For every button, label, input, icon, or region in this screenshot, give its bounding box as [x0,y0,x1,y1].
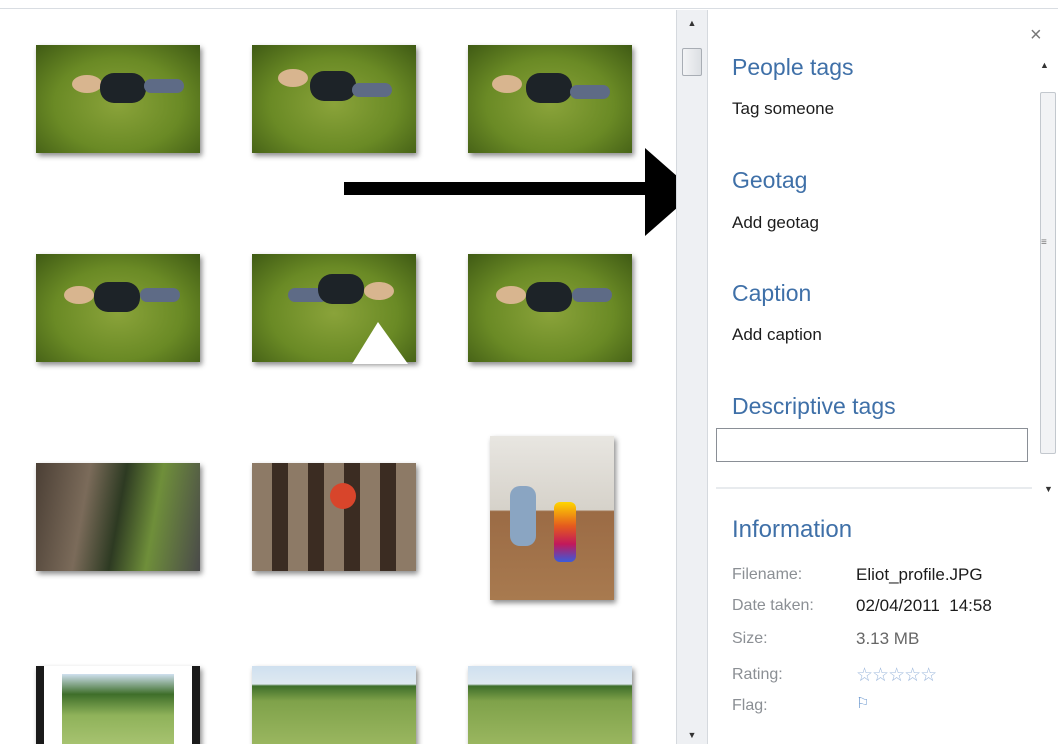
section-divider [716,487,1032,489]
people-tags-title: People tags [732,54,854,80]
flag-label: Flag: [732,697,768,714]
filename-value: Eliot_profile.JPG [856,565,983,584]
photo-thumbnail[interactable] [252,45,416,153]
close-icon[interactable]: × [1030,24,1042,47]
pane-scrollbar[interactable]: ▲ ≡ ▼ [1036,52,1058,494]
add-caption-link[interactable]: Add caption [732,325,822,345]
info-pane: × People tags Tag someone Geotag Add geo… [708,10,1058,744]
scroll-up-icon[interactable]: ▲ [677,18,707,28]
photo-thumbnail[interactable] [468,45,632,153]
photo-thumbnail[interactable] [36,463,200,571]
size-value: 3.13 MB [856,629,920,648]
descriptive-tags-title: Descriptive tags [732,393,896,419]
photo-thumbnail[interactable] [36,45,200,153]
add-geotag-link[interactable]: Add geotag [732,213,819,233]
date-taken-label: Date taken: [732,597,814,614]
tag-someone-link[interactable]: Tag someone [732,99,834,119]
scroll-up-icon[interactable]: ▲ [1040,60,1049,70]
scrollbar-grip-icon: ≡ [1041,237,1047,248]
photo-thumbnail[interactable] [36,254,200,362]
rating-stars[interactable]: ☆☆☆☆☆ [856,664,937,687]
photo-thumbnail[interactable] [252,463,416,571]
photo-thumbnail[interactable] [252,666,416,744]
scroll-down-icon[interactable]: ▼ [677,730,707,740]
grid-scrollbar[interactable]: ▲ ▼ [676,10,708,744]
photo-thumbnail[interactable] [468,254,632,362]
scrollbar-thumb[interactable] [682,48,702,76]
tooltip-pointer [352,322,408,364]
arrow-head-icon [645,148,676,236]
descriptive-tags-input[interactable] [716,428,1028,462]
filename-label: Filename: [732,566,803,583]
scroll-down-icon[interactable]: ▼ [1044,484,1053,494]
photo-thumbnail[interactable] [490,436,614,600]
annotation-arrow [344,182,649,195]
geotag-title: Geotag [732,167,808,193]
size-label: Size: [732,630,768,647]
photo-grid [0,10,676,744]
scrollbar-thumb[interactable] [1040,92,1056,454]
caption-title: Caption [732,280,812,306]
date-taken-value: 02/04/2011 14:58 [856,596,992,615]
photo-thumbnail[interactable] [468,666,632,744]
information-title: Information [732,516,853,543]
flag-icon[interactable]: ⚐ [856,694,869,712]
video-thumbnail[interactable] [36,666,200,744]
rating-label: Rating: [732,666,783,683]
top-divider [0,8,1058,9]
